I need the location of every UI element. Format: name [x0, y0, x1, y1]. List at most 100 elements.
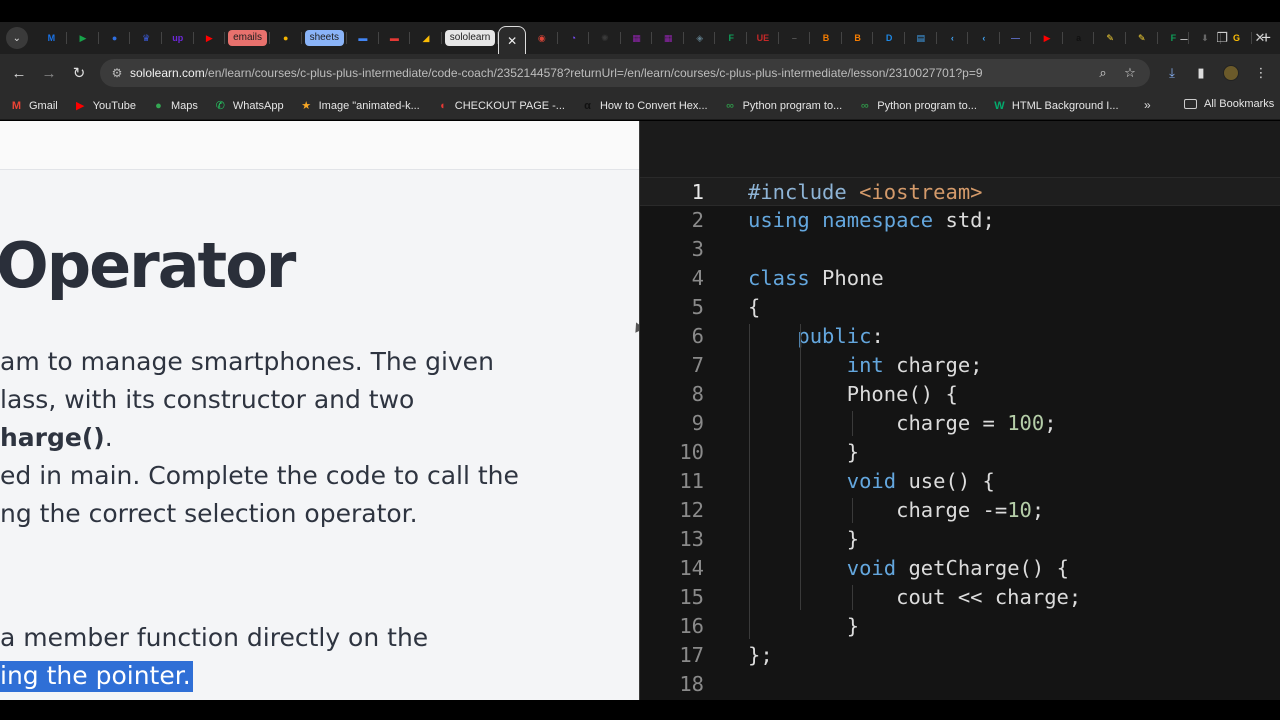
code-line[interactable]: 5{	[640, 293, 1280, 322]
sololearn-tab[interactable]: sololearn	[442, 26, 499, 50]
code-line[interactable]: 8 Phone() {	[640, 380, 1280, 409]
tab-24[interactable]: B	[810, 26, 842, 50]
code-token: charge =	[748, 411, 1008, 435]
tab-32[interactable]: a	[1063, 26, 1095, 50]
line-number: 1	[691, 180, 704, 204]
line-number: 4	[691, 266, 704, 290]
tab-10[interactable]: ▬	[347, 26, 379, 50]
tab-2[interactable]: ▶	[67, 26, 99, 50]
tab-15[interactable]: ◉	[526, 26, 558, 50]
blogger-icon: B	[854, 33, 861, 43]
tab-5[interactable]: up	[162, 26, 194, 50]
code-line[interactable]: 13 }	[640, 525, 1280, 554]
tab-6[interactable]: ▶	[194, 26, 226, 50]
tab-19[interactable]: ▦	[652, 26, 684, 50]
tab-16[interactable]: ◔	[558, 26, 590, 50]
code-line[interactable]: 1 #include <iostream>	[640, 177, 1280, 206]
bookmark-item[interactable]: ★ Image "animated-k...	[300, 99, 420, 113]
bookmark-star-icon[interactable]: ☆	[1120, 63, 1140, 83]
side-panel-icon[interactable]: ▮	[1191, 63, 1211, 83]
tab-34[interactable]: ✎	[1126, 26, 1158, 50]
tab-12[interactable]: ◢	[410, 26, 442, 50]
sheets-tab[interactable]: sheets	[302, 26, 348, 50]
code-line[interactable]: 7 int charge;	[640, 351, 1280, 380]
code-line[interactable]: 9 charge = 100;	[640, 409, 1280, 438]
tab-18[interactable]: ▦	[621, 26, 653, 50]
tab-20[interactable]: ◈	[684, 26, 716, 50]
code-line[interactable]: 4 class Phone	[640, 264, 1280, 293]
code-line[interactable]: 3	[640, 235, 1280, 264]
pie-icon: ◔	[570, 33, 577, 43]
code-text: }	[748, 525, 859, 554]
bookmark-item[interactable]: ▶ YouTube	[74, 99, 136, 113]
tab-25[interactable]: B	[842, 26, 874, 50]
all-bookmarks-label: All Bookmarks	[1204, 98, 1275, 110]
restore-icon[interactable]: ❐	[1203, 22, 1241, 54]
code-token: public	[797, 324, 872, 348]
tab-31[interactable]: ▶	[1031, 26, 1063, 50]
bookmark-item[interactable]: ◖ CHECKOUT PAGE -...	[436, 99, 565, 112]
code-token: void	[846, 469, 897, 493]
profile-avatar[interactable]	[1221, 63, 1241, 83]
tab-17[interactable]: ✺	[589, 26, 621, 50]
code-line[interactable]: 12 charge -=10;	[640, 496, 1280, 525]
address-bar[interactable]: ⚙ sololearn.com/en/learn/courses/c-plus-…	[100, 59, 1150, 87]
line-number: 14	[679, 556, 704, 580]
bookmark-item[interactable]: α How to Convert Hex...	[581, 99, 707, 112]
code-line[interactable]: 6 public:	[640, 322, 1280, 351]
tab-29[interactable]: ‹	[968, 26, 1000, 50]
bookmark-label: Gmail	[29, 99, 58, 112]
code-line[interactable]: 2 using namespace std;	[640, 206, 1280, 235]
minimize-icon[interactable]: –	[1165, 22, 1203, 54]
drive-icon: ◢	[422, 32, 430, 43]
download-icon[interactable]: ⤓	[1162, 63, 1182, 83]
forms-icon: F	[728, 33, 735, 43]
code-line[interactable]: 14 void getCharge() {	[640, 554, 1280, 583]
url-text[interactable]: sololearn.com/en/learn/courses/c-plus-pl…	[130, 66, 983, 80]
tab-22[interactable]: UE	[747, 26, 779, 50]
tab-11[interactable]: ▬	[379, 26, 411, 50]
active-tab-close-icon[interactable]: ✕	[498, 26, 527, 54]
bookmark-item[interactable]: ∞ Python program to...	[858, 99, 977, 112]
bookmark-item[interactable]: ✆ WhatsApp	[214, 99, 284, 113]
tab-21[interactable]: F	[715, 26, 748, 50]
tab-8[interactable]: ●	[270, 26, 302, 50]
youtube-icon: ▶	[1043, 32, 1051, 43]
all-bookmarks[interactable]: All Bookmarks	[1184, 98, 1274, 110]
window-close-icon[interactable]: ✕	[1241, 22, 1279, 54]
tab-3[interactable]: ●	[99, 26, 131, 50]
code-token: <iostream>	[859, 180, 983, 204]
code-line[interactable]: 10 }	[640, 438, 1280, 467]
tab-27[interactable]: ▤	[905, 26, 937, 50]
method-name: harge()	[0, 423, 105, 452]
lesson-text-line: ng the correct selection operator.	[0, 499, 418, 528]
code-line[interactable]: 18	[640, 670, 1280, 699]
line-number: 11	[679, 469, 704, 493]
code-editor[interactable]: 1 #include <iostream> 2 using namespace std…	[640, 121, 1280, 700]
code-line[interactable]: 11 void use() {	[640, 467, 1280, 496]
tab-30[interactable]: —	[1000, 26, 1032, 50]
tab-33[interactable]: ✎	[1094, 26, 1126, 50]
tab-search-chevron-icon[interactable]: ⌄	[6, 27, 28, 49]
code-line[interactable]: 17};	[640, 641, 1280, 670]
bookmark-item[interactable]: W HTML Background I...	[993, 99, 1118, 112]
forward-arrow-icon[interactable]: →	[34, 58, 64, 88]
code-line[interactable]: 16 }	[640, 612, 1280, 641]
menu-dots-icon[interactable]: ⋮	[1251, 63, 1271, 83]
reload-icon[interactable]: ↻	[64, 58, 94, 88]
zoom-icon[interactable]: ⌕	[1093, 63, 1113, 83]
tab-28[interactable]: ‹	[937, 26, 969, 50]
code-line[interactable]: 15 cout << charge;	[640, 583, 1280, 612]
tab-26[interactable]: D	[873, 26, 905, 50]
bookmark-item[interactable]: ∞ Python program to...	[724, 99, 842, 112]
site-info-icon[interactable]: ⚙	[104, 66, 130, 80]
bookmark-item[interactable]: M Gmail	[10, 99, 58, 112]
tab-label: emails	[228, 30, 267, 46]
bookmark-item[interactable]: ● Maps	[152, 99, 198, 112]
tab-1[interactable]: M	[36, 26, 68, 50]
tab-23[interactable]: –	[779, 26, 811, 50]
tab-4[interactable]: ♛	[130, 26, 162, 50]
back-arrow-icon[interactable]: ←	[4, 58, 34, 88]
emails-tab[interactable]: emails	[225, 26, 270, 50]
more-bookmarks-icon[interactable]: »	[1144, 98, 1151, 112]
